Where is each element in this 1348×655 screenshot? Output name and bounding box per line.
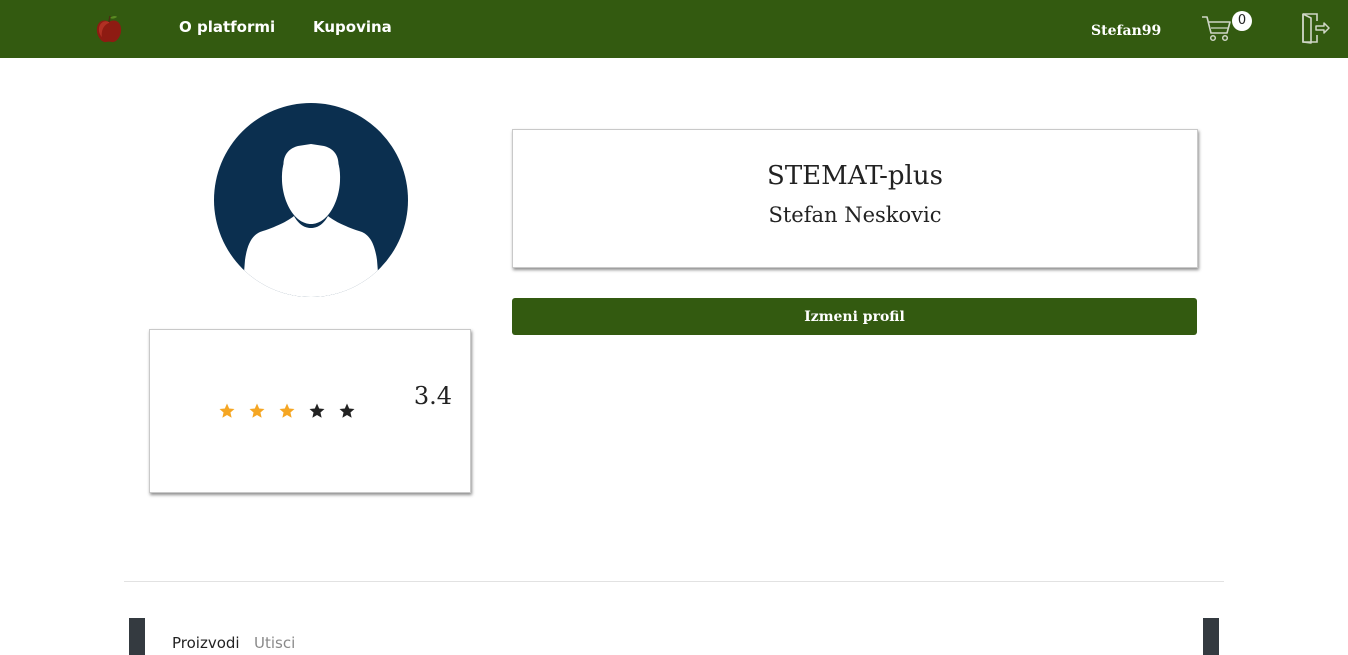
star-empty-icon [309, 403, 325, 418]
star-filled-icon [249, 403, 265, 418]
top-navbar: O platformi Kupovina Stefan99 0 [0, 0, 1348, 58]
nav-link-kupovina[interactable]: Kupovina [313, 18, 392, 36]
rating-value: 3.4 [413, 382, 452, 410]
section-divider [124, 581, 1224, 582]
rating-stars [218, 402, 356, 420]
star-empty-icon [339, 403, 355, 418]
logout-door-icon[interactable] [1301, 12, 1331, 44]
star-filled-icon [279, 403, 295, 418]
tab-utisci[interactable]: Utisci [254, 634, 295, 652]
nav-link-o-platformi[interactable]: O platformi [179, 18, 275, 36]
rating-card: 3.4 [149, 329, 471, 493]
star-filled-icon [219, 403, 235, 418]
tab-proizvodi[interactable]: Proizvodi [172, 634, 240, 652]
owner-name: Stefan Neskovic [768, 203, 942, 227]
tabs-right-bar [1203, 618, 1219, 655]
username-label[interactable]: Stefan99 [1091, 23, 1161, 39]
cart-count-badge: 0 [1232, 11, 1252, 31]
cart-icon[interactable] [1201, 14, 1233, 42]
profile-info-card: STEMAT-plus Stefan Neskovic [512, 129, 1198, 268]
tabs-left-bar [129, 618, 145, 655]
user-avatar-icon [214, 103, 408, 297]
shop-name: STEMAT-plus [767, 161, 943, 191]
edit-profile-button[interactable]: Izmeni profil [512, 298, 1197, 335]
apple-logo-icon[interactable] [95, 14, 123, 44]
